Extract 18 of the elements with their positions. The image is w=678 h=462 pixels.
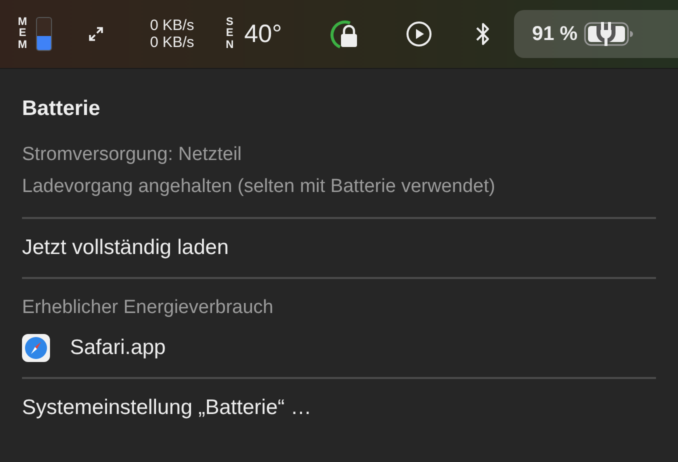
play-icon[interactable] <box>406 21 432 47</box>
bluetooth-icon[interactable] <box>474 20 492 48</box>
upload-rate: 0 KB/s <box>150 17 194 34</box>
app-menu-item[interactable]: Safari.app <box>22 333 656 363</box>
menu-item[interactable]: Jetzt vollständig laden <box>22 233 656 263</box>
sensor-label: SEN <box>224 16 235 52</box>
arrows-icon[interactable] <box>88 26 104 42</box>
compass-icon <box>22 334 50 362</box>
power-info: Ladevorgang angehalten (selten mit Batterie verwendet) <box>22 175 496 199</box>
download-rate: 0 KB/s <box>150 34 194 51</box>
section-header: Erheblicher Energieverbrauch <box>22 296 274 320</box>
menu-item[interactable]: Systemeinstellung „Batterie“ … <box>22 393 656 423</box>
battery-status-item[interactable]: 91 % <box>514 10 678 58</box>
power-info: Stromversorgung: Netzteil <box>22 143 243 167</box>
memory-label: MEM <box>17 16 28 52</box>
menu-title: Batterie <box>22 97 102 121</box>
temperature: 40° <box>244 20 282 48</box>
battery-icon <box>584 21 634 47</box>
